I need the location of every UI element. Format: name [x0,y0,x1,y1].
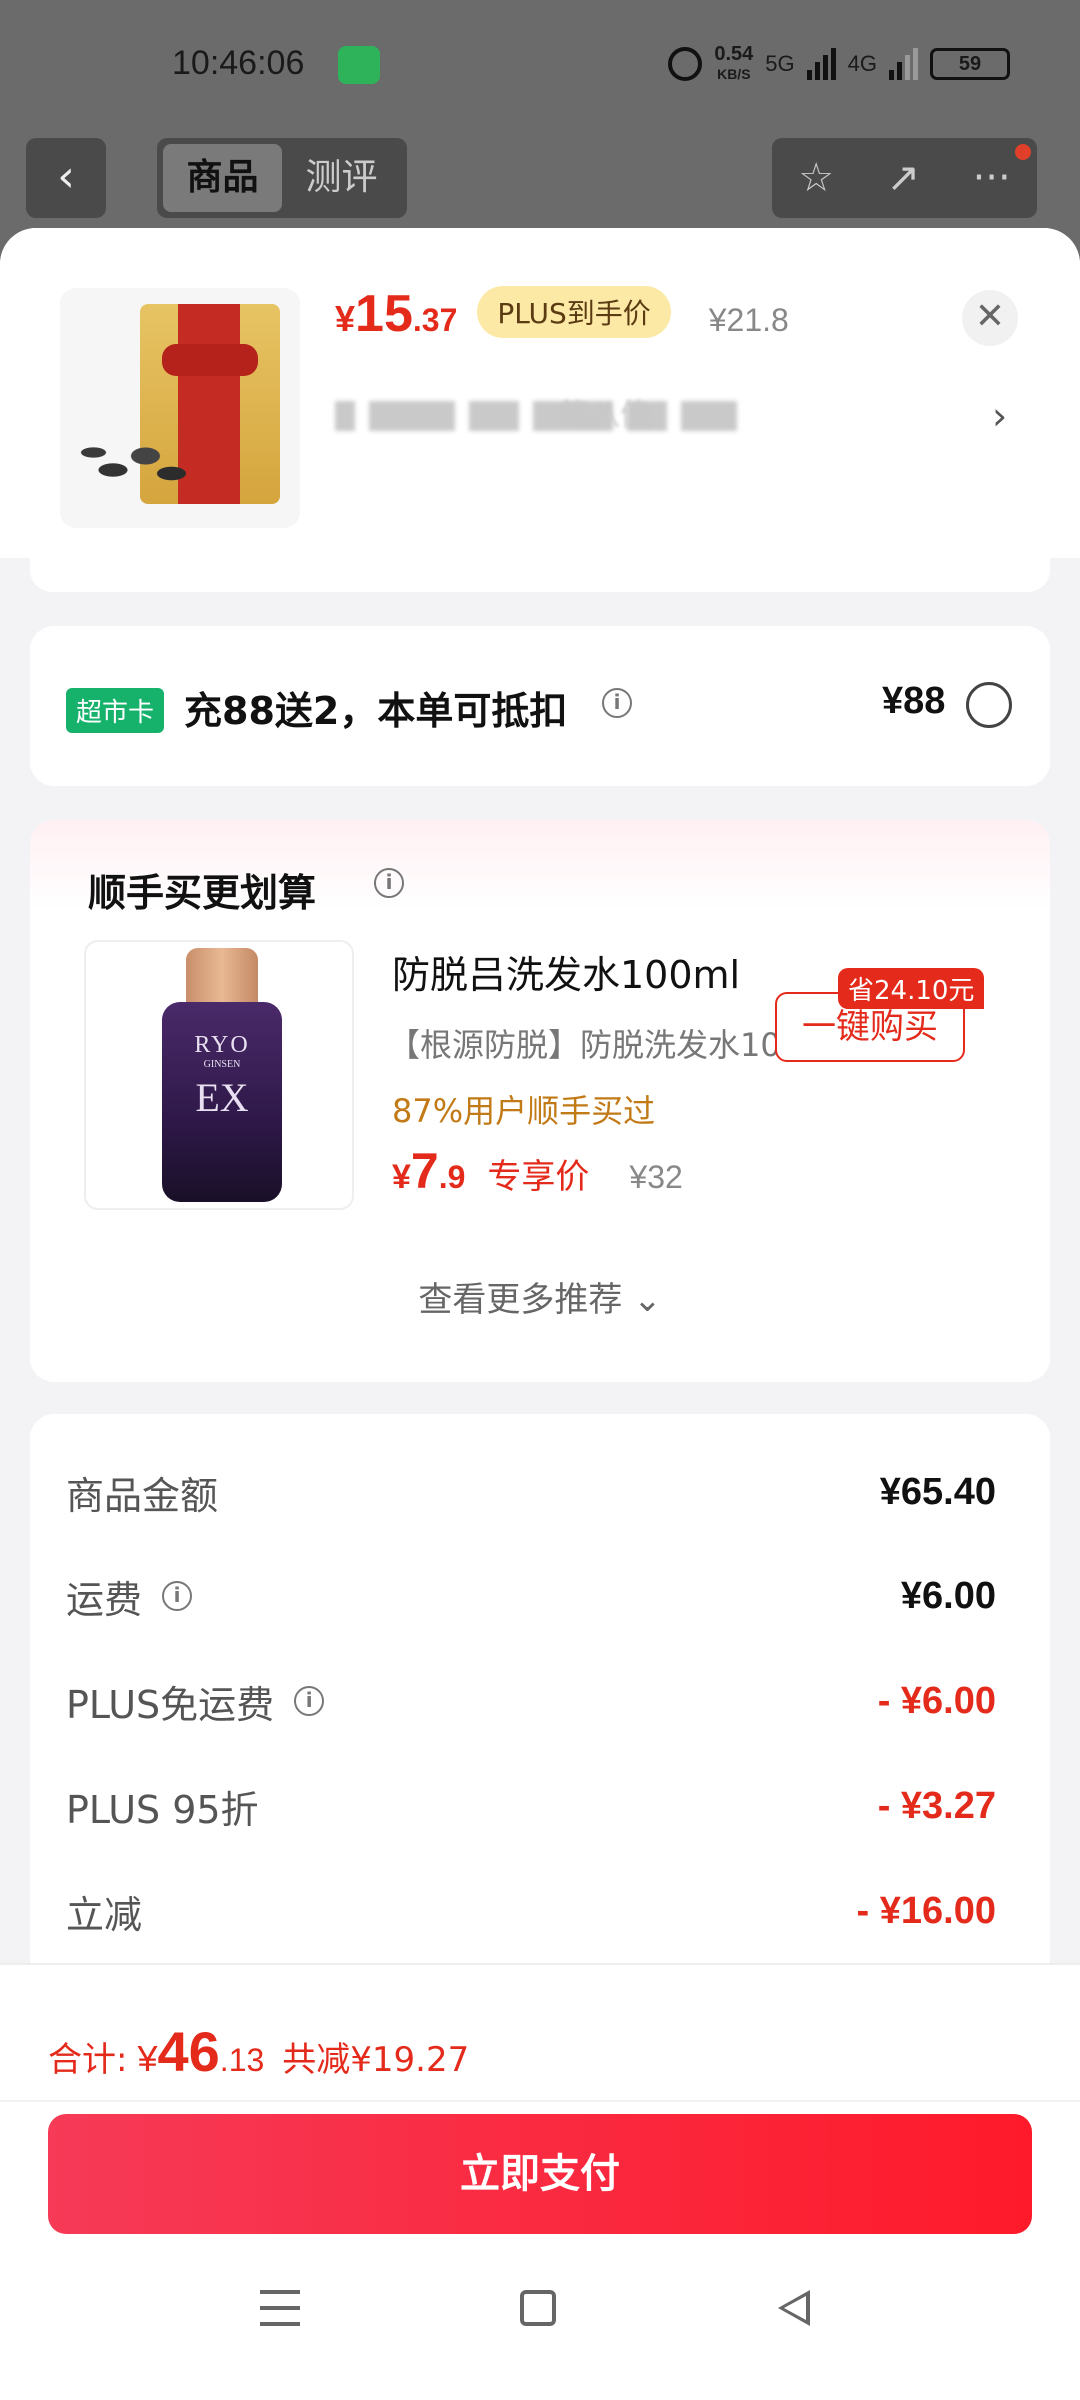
network-speed: 0.54 KB/S [714,44,753,84]
back-icon[interactable] [778,2290,810,2326]
summary-label: 立减 [66,1892,143,1937]
notification-dot [1015,144,1031,160]
supermarket-card-text: 充88送2，本单可抵扣 [184,689,568,733]
recommendation-price-row: ¥ 7 .9 专享价 ¥32 [392,1143,683,1199]
recommendation-image[interactable]: RYO GINSEN EX [84,940,354,1210]
summary-value: ¥65.40 [879,1470,996,1513]
card-sliver [30,558,1050,592]
divider [0,2100,1080,2102]
info-icon[interactable]: i [602,688,632,718]
total-label: 合计: [48,2040,128,2080]
product-name: 笃八佳 [560,398,650,433]
close-icon[interactable]: ✕ [962,290,1018,346]
plus-price-badge: PLUS到手价 [477,286,671,338]
recommendation-original-price: ¥32 [629,1159,683,1195]
summary-label: PLUS 95折 [66,1787,259,1832]
alarm-icon [668,47,703,81]
total-row: 合计: ¥ 46 .13 共减¥19.27 [48,2020,470,2083]
info-icon[interactable]: i [294,1686,325,1716]
more-icon[interactable]: ··· [973,155,1011,201]
summary-row-goods: 商品金额 ¥65.40 [66,1462,996,1522]
background-nav: ‹ 商品 测评 ☆ ↗ ··· [0,130,1080,230]
product-header: ¥15.37 PLUS到手价 ¥21.8 笃八佳 ✕ › [0,228,1080,558]
status-indicators: 0.54 KB/S 5G 4G 59 [668,44,1010,84]
favorite-icon[interactable]: ☆ [798,155,834,201]
sunflower-seeds-image [74,428,204,498]
summary-label: 运费 i [66,1569,193,1624]
back-button[interactable]: ‹ [26,138,106,218]
summary-row-instant-discount: 立减 - ¥16.00 [66,1881,996,1941]
product-title-redacted [335,398,765,434]
tab-review[interactable]: 测评 [282,144,401,212]
total-amount: 46 [157,2020,220,2083]
product-price: ¥15.37 [335,285,458,343]
more-recommendations-link[interactable]: 查看更多推荐 ⌄ [30,1272,1050,1321]
product-image [60,288,300,528]
signal-icon [806,48,836,80]
status-bar: 10:46:06 0.54 KB/S 5G 4G 59 [0,0,1080,130]
share-icon[interactable]: ↗ [887,155,921,201]
info-icon[interactable]: i [374,868,404,898]
recommendation-card: 顺手买更划算 i RYO GINSEN EX 防脱吕洗发水100ml 【根源防脱… [30,820,1050,1382]
recommendation-subtitle: 【根源防脱】防脱洗发水100ml [388,1026,842,1064]
supermarket-card-price: ¥88 [882,680,946,722]
summary-value: - ¥6.00 [877,1679,996,1722]
background-actions: ☆ ↗ ··· [772,138,1037,218]
home-icon[interactable] [520,2290,556,2326]
chevron-right-icon[interactable]: › [992,394,1007,438]
network-type-4g: 4G [847,51,877,76]
network-type-5g: 5G [765,51,795,76]
network-speed-unit: KB/S [717,66,751,82]
status-time: 10:46:06 [172,44,305,82]
menu-icon[interactable] [260,2290,300,2326]
original-price: ¥21.8 [708,302,789,338]
background-tabs: 商品 测评 [157,138,407,218]
tab-product[interactable]: 商品 [163,144,282,212]
summary-label: 商品金额 [66,1473,219,1518]
total-saved: 共减¥19.27 [282,2040,470,2080]
supermarket-card-tag: 超市卡 [66,688,165,733]
recommendation-name[interactable]: 防脱吕洗发水100ml [392,944,740,999]
signal-icon-2 [889,48,918,80]
summary-value: - ¥3.27 [877,1784,996,1827]
network-speed-value: 0.54 [714,43,754,65]
summary-value: ¥6.00 [900,1574,996,1617]
app-notification-icon [338,46,380,84]
recommendation-bought-rate: 87%用户顺手买过 [392,1092,656,1130]
save-amount-badge: 省24.10元 [838,968,985,1009]
recommendation-title: 顺手买更划算 [88,871,317,915]
pay-now-button[interactable]: 立即支付 [48,2114,1032,2234]
exclusive-price-label: 专享价 [487,1157,590,1197]
supermarket-card-offer[interactable]: 超市卡 充88送2，本单可抵扣 i ¥88 [30,626,1050,786]
info-icon[interactable]: i [162,1581,193,1611]
supermarket-card-radio[interactable] [966,682,1012,728]
battery-icon: 59 [930,48,1010,80]
system-nav-bar [0,2290,1080,2400]
summary-row-shipping: 运费 i ¥6.00 [66,1566,996,1626]
bottle-cap-image [186,948,258,1008]
summary-row-plus-free-shipping: PLUS免运费 i - ¥6.00 [66,1671,996,1731]
summary-label: PLUS免运费 i [66,1674,325,1729]
shampoo-bottle-image: RYO GINSEN EX [162,1002,282,1202]
summary-row-plus-discount: PLUS 95折 - ¥3.27 [66,1776,996,1836]
product-price-row: ¥15.37 PLUS到手价 ¥21.8 [335,284,789,346]
summary-value: - ¥16.00 [856,1889,996,1932]
